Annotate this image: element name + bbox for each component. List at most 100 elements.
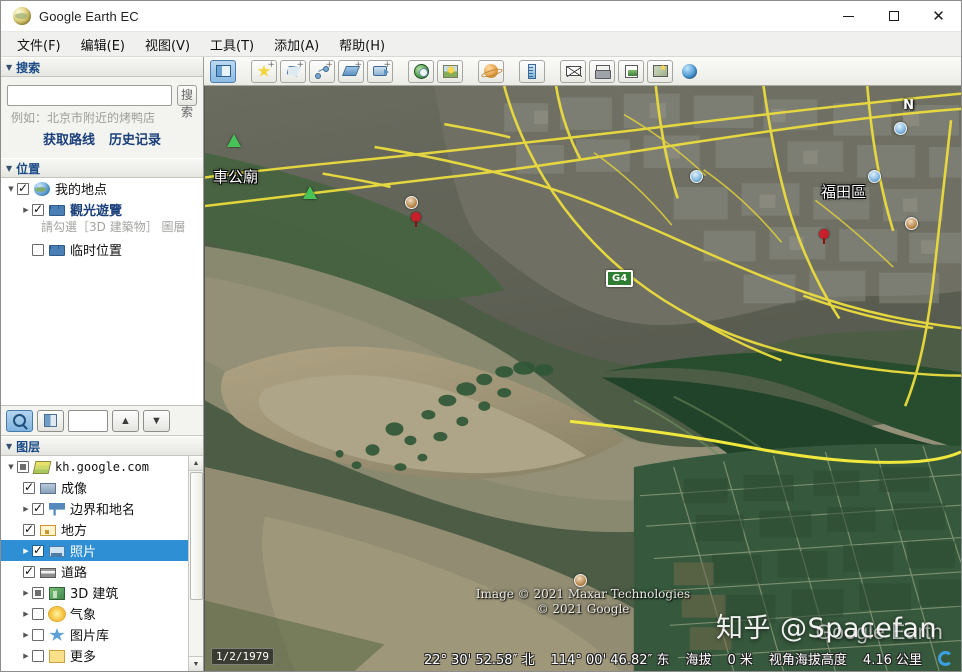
search-input[interactable] (7, 85, 172, 106)
layer-item-imagery[interactable]: 成像 (1, 477, 188, 498)
menu-file[interactable]: 文件(F) (7, 32, 71, 57)
scroll-down-button[interactable]: ▼ (188, 656, 203, 671)
layer-checkbox-weather[interactable] (32, 607, 44, 620)
add-path-button[interactable]: + (309, 59, 335, 83)
layers-panel-header[interactable]: ▼ 图层 (1, 436, 203, 456)
menu-view[interactable]: 视图(V) (135, 32, 200, 57)
chevron-right-icon[interactable]: ▶ (20, 652, 32, 660)
chevron-right-icon[interactable]: ▶ (20, 547, 32, 555)
layer-checkbox-kh-google[interactable] (17, 460, 29, 473)
chevron-down-icon[interactable]: ▼ (5, 463, 17, 471)
layer-item-places[interactable]: 地方 (1, 519, 188, 540)
layer-item-kh-google[interactable]: ▼ kh.google.com (1, 456, 188, 477)
search-places-button[interactable] (6, 409, 33, 432)
layer-item-terrain[interactable]: 地形 (1, 666, 188, 671)
status-elevation-label: 海拔 (685, 652, 712, 668)
layer-checkbox-imagery[interactable] (23, 480, 35, 494)
photo-poi-marker[interactable] (574, 574, 587, 587)
chevron-right-icon[interactable]: ▶ (20, 589, 32, 597)
layer-checkbox-terrain[interactable] (23, 669, 35, 671)
add-image-overlay-button[interactable]: + (338, 59, 364, 83)
places-checkbox-tour[interactable] (32, 202, 44, 216)
photo-poi-marker[interactable] (894, 122, 907, 135)
layer-item-roads[interactable]: 道路 (1, 561, 188, 582)
layer-item-more[interactable]: ▶ 更多 (1, 645, 188, 666)
view-in-maps-button[interactable] (647, 59, 673, 83)
places-checkbox-temporary[interactable] (32, 243, 44, 256)
places-tree: ▼ 我的地点 ▶ 觀光遊覽 請勾選［3D 建築物］ 圖層 临时位置 (1, 178, 203, 406)
earth-view-button[interactable] (676, 60, 702, 83)
history-link[interactable]: 历史记录 (109, 129, 161, 148)
pin-stick-icon (823, 238, 825, 244)
save-image-button[interactable] (618, 59, 644, 83)
add-polygon-button[interactable]: + (280, 59, 306, 83)
get-directions-link[interactable]: 获取路线 (43, 129, 95, 148)
menu-add[interactable]: 添加(A) (264, 32, 329, 57)
split-view-button[interactable] (37, 409, 64, 432)
earth-icon (34, 181, 50, 196)
arrow-up-icon: ▲ (120, 414, 131, 427)
ruler-button[interactable] (519, 59, 545, 83)
layer-item-3d-buildings[interactable]: ▶ 3D 建筑 (1, 582, 188, 603)
places-label-my-places: 我的地点 (55, 183, 108, 198)
borders-flag-icon (49, 502, 65, 516)
layer-item-gallery[interactable]: ▶ 图片库 (1, 624, 188, 645)
map-viewport[interactable]: N 車公廟 福田區 G4 Image © 2021 Maxar Technolo… (204, 86, 961, 671)
chevron-right-icon[interactable]: ▶ (20, 206, 32, 214)
move-down-button[interactable]: ▼ (143, 409, 170, 432)
close-button[interactable]: ✕ (916, 1, 961, 32)
places-item-my-places[interactable]: ▼ 我的地点 (1, 178, 203, 199)
main-toolbar: + + + + + (204, 57, 961, 86)
layer-checkbox-places[interactable] (23, 522, 35, 536)
places-filter-input[interactable] (68, 409, 108, 432)
email-button[interactable] (560, 59, 586, 83)
save-image-icon (624, 64, 638, 78)
photo-poi-marker[interactable] (690, 170, 703, 183)
search-links: 获取路线 历史记录 (7, 126, 197, 154)
places-item-tour[interactable]: ▶ 觀光遊覽 (1, 199, 203, 220)
chevron-right-icon[interactable]: ▶ (20, 505, 32, 513)
layer-item-borders[interactable]: ▶ 边界和地名 (1, 498, 188, 519)
layer-item-photos[interactable]: ▶ 照片 (1, 540, 188, 561)
layer-label-kh-google: kh.google.com (55, 459, 149, 474)
layer-checkbox-roads[interactable] (23, 564, 35, 578)
layer-checkbox-borders[interactable] (32, 501, 44, 515)
photo-poi-marker[interactable] (868, 170, 881, 183)
chevron-right-icon[interactable]: ▶ (20, 631, 32, 639)
layer-checkbox-more[interactable] (32, 649, 44, 662)
places-panel-header[interactable]: ▼ 位置 (1, 158, 203, 178)
minimize-icon (843, 15, 854, 17)
historical-imagery-button[interactable] (408, 59, 434, 83)
search-button[interactable]: 搜索 (177, 85, 197, 119)
sunlight-button[interactable] (437, 59, 463, 83)
record-tour-button[interactable]: + (367, 59, 393, 83)
toggle-sidebar-button[interactable] (210, 59, 236, 83)
menu-bar: 文件(F) 编辑(E) 视图(V) 工具(T) 添加(A) 帮助(H) (1, 32, 961, 57)
print-button[interactable] (589, 59, 615, 83)
layer-checkbox-3d-buildings[interactable] (32, 586, 44, 599)
layer-checkbox-gallery[interactable] (32, 628, 44, 641)
imagery-icon (40, 483, 56, 494)
places-item-temporary[interactable]: 临时位置 (1, 239, 203, 260)
scrollbar-thumb[interactable] (189, 472, 203, 600)
search-panel-header[interactable]: ▼ 搜索 (1, 57, 203, 77)
move-up-button[interactable]: ▲ (112, 409, 139, 432)
photo-poi-marker[interactable] (905, 217, 918, 230)
menu-edit[interactable]: 编辑(E) (71, 32, 135, 57)
layers-scrollbar[interactable]: ▲ ▼ (188, 456, 203, 671)
chevron-right-icon[interactable]: ▶ (20, 610, 32, 618)
chevron-down-icon[interactable]: ▼ (5, 185, 17, 193)
scroll-up-button[interactable]: ▲ (188, 456, 203, 471)
photo-poi-marker[interactable] (405, 196, 418, 209)
layer-checkbox-photos[interactable] (32, 543, 44, 557)
switch-sky-planet-button[interactable] (478, 59, 504, 83)
add-placemark-button[interactable]: + (251, 59, 277, 83)
places-checkbox-my-places[interactable] (17, 181, 29, 195)
menu-tools[interactable]: 工具(T) (200, 32, 264, 57)
minimize-button[interactable] (826, 1, 871, 32)
layer-item-weather[interactable]: ▶ 气象 (1, 603, 188, 624)
chevron-down-icon: ▼ (6, 163, 13, 173)
layer-label-gallery: 图片库 (70, 629, 110, 644)
menu-help[interactable]: 帮助(H) (329, 32, 395, 57)
maximize-button[interactable] (871, 1, 916, 32)
